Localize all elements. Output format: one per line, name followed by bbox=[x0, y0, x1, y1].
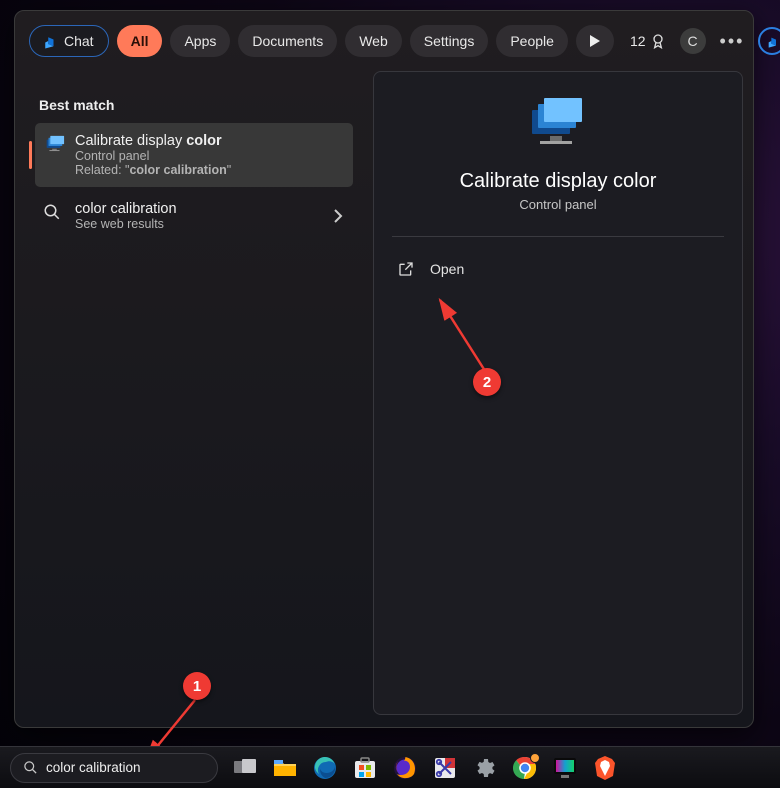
result-related: Related: "color calibration" bbox=[75, 163, 313, 177]
action-open[interactable]: Open bbox=[386, 253, 730, 285]
filter-label: Chat bbox=[64, 33, 94, 49]
filter-web[interactable]: Web bbox=[345, 25, 402, 57]
filter-all[interactable]: All bbox=[117, 25, 163, 57]
snipping-tool-icon[interactable] bbox=[432, 755, 458, 781]
chevron-right-icon bbox=[333, 209, 343, 223]
filter-label: Apps bbox=[184, 33, 216, 49]
best-match-label: Best match bbox=[15, 81, 367, 123]
windows-search-panel: Chat All Apps Documents Web Settings Peo… bbox=[14, 10, 754, 728]
rewards-icon bbox=[650, 33, 666, 49]
top-right-controls: 12 C ••• bbox=[630, 27, 780, 55]
edge-icon[interactable] bbox=[312, 755, 338, 781]
annotation-badge-2: 2 bbox=[473, 368, 501, 396]
bing-logo[interactable] bbox=[758, 27, 780, 55]
result-web[interactable]: color calibration See web results bbox=[35, 191, 353, 241]
app-generic-icon[interactable] bbox=[552, 755, 578, 781]
filter-overflow[interactable] bbox=[576, 25, 614, 57]
search-icon bbox=[43, 203, 65, 225]
rewards-score[interactable]: 12 bbox=[630, 33, 666, 49]
result-title: Calibrate display color bbox=[75, 133, 313, 149]
divider bbox=[392, 236, 724, 237]
user-avatar[interactable]: C bbox=[680, 28, 706, 54]
detail-title: Calibrate display color bbox=[460, 170, 657, 193]
detail-subtitle: Control panel bbox=[519, 197, 596, 212]
result-subtitle: See web results bbox=[75, 217, 313, 231]
open-icon bbox=[398, 261, 414, 277]
badge-icon bbox=[530, 753, 540, 763]
firefox-icon[interactable] bbox=[392, 755, 418, 781]
monitor-large-icon bbox=[526, 98, 590, 150]
brave-icon[interactable] bbox=[592, 755, 618, 781]
search-main: Best match Calibrate display color bbox=[15, 71, 753, 727]
annotation-badge-1: 1 bbox=[183, 672, 211, 700]
bing-chat-icon bbox=[40, 32, 58, 50]
result-subtitle: Control panel bbox=[75, 149, 313, 163]
detail-panel: Calibrate display color Control panel Op… bbox=[373, 71, 743, 715]
file-explorer-icon[interactable] bbox=[272, 755, 298, 781]
settings-icon[interactable] bbox=[472, 755, 498, 781]
task-view-icon[interactable] bbox=[232, 755, 258, 781]
result-title: color calibration bbox=[75, 201, 313, 217]
action-open-label: Open bbox=[430, 261, 464, 277]
chrome-icon[interactable] bbox=[512, 755, 538, 781]
detail-header: Calibrate display color Control panel bbox=[374, 72, 742, 212]
taskbar bbox=[0, 746, 780, 788]
filter-settings[interactable]: Settings bbox=[410, 25, 489, 57]
filter-documents[interactable]: Documents bbox=[238, 25, 337, 57]
taskbar-search[interactable] bbox=[10, 753, 218, 783]
filter-label: Documents bbox=[252, 33, 323, 49]
score-value: 12 bbox=[630, 33, 646, 49]
play-icon bbox=[584, 30, 606, 52]
filter-chat[interactable]: Chat bbox=[29, 25, 109, 57]
filter-label: All bbox=[131, 33, 149, 49]
filter-strip: Chat All Apps Documents Web Settings Peo… bbox=[15, 11, 753, 71]
avatar-initial: C bbox=[687, 33, 697, 49]
taskbar-search-input[interactable] bbox=[46, 760, 223, 775]
ms-store-icon[interactable] bbox=[352, 755, 378, 781]
filter-people[interactable]: People bbox=[496, 25, 568, 57]
filter-label: Settings bbox=[424, 33, 475, 49]
monitor-icon bbox=[43, 135, 65, 157]
filter-apps[interactable]: Apps bbox=[170, 25, 230, 57]
more-menu[interactable]: ••• bbox=[720, 31, 745, 52]
filter-label: People bbox=[510, 33, 554, 49]
result-best-match[interactable]: Calibrate display color Control panel Re… bbox=[35, 123, 353, 187]
results-column: Best match Calibrate display color bbox=[15, 71, 367, 727]
desktop-root: Chat All Apps Documents Web Settings Peo… bbox=[0, 0, 780, 788]
filter-label: Web bbox=[359, 33, 388, 49]
search-icon bbox=[23, 760, 38, 775]
